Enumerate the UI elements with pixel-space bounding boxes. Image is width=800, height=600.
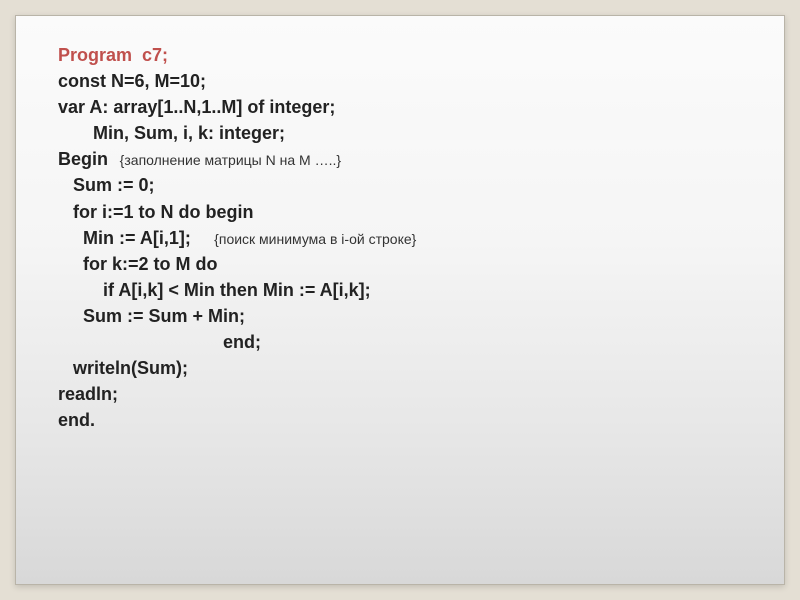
code-line: const N=6, M=10;: [58, 71, 206, 91]
program-header: Program c7;: [58, 45, 168, 65]
code-line: var A: array[1..N,1..M] of integer;: [58, 97, 335, 117]
code-line: end;: [58, 332, 261, 352]
code-comment: {поиск минимума в i-ой строке}: [191, 231, 416, 247]
code-line: writeln(Sum);: [58, 358, 188, 378]
code-line: if A[i,k] < Min then Min := A[i,k];: [58, 280, 371, 300]
slide-frame: Program c7; const N=6, M=10; var A: arra…: [15, 15, 785, 585]
code-line: Begin: [58, 149, 108, 169]
code-comment: {заполнение матрицы N на M …..}: [108, 152, 341, 168]
code-line: Sum := 0;: [58, 175, 155, 195]
code-line: readln;: [58, 384, 118, 404]
code-line: end.: [58, 410, 95, 430]
code-line: Sum := Sum + Min;: [58, 306, 245, 326]
code-line: for i:=1 to N do begin: [58, 202, 254, 222]
code-line: Min := A[i,1];: [58, 228, 191, 248]
code-block: Program c7; const N=6, M=10; var A: arra…: [58, 42, 742, 433]
code-line: for k:=2 to M do: [58, 254, 218, 274]
code-line: Min, Sum, i, k: integer;: [58, 123, 285, 143]
